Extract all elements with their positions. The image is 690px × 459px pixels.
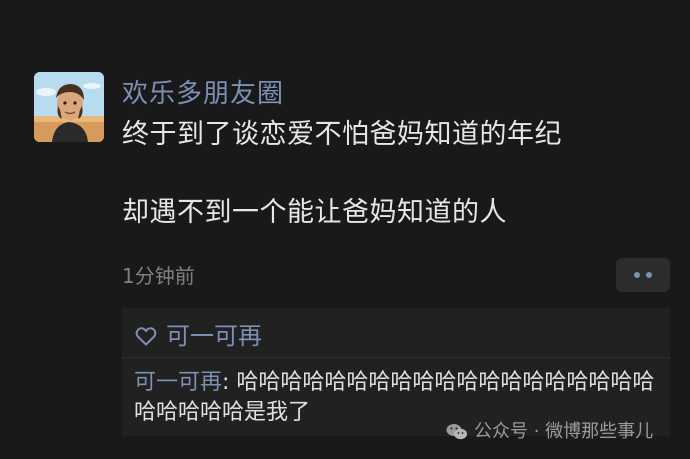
like-user-name[interactable]: 可一可再: [166, 321, 262, 351]
heart-icon: [135, 327, 157, 346]
post-content-line-2: 却遇不到一个能让爸妈知道的人: [122, 197, 507, 228]
post-content: 终于到了谈恋爱不怕爸妈知道的年纪 却遇不到一个能让爸妈知道的人: [122, 118, 662, 230]
more-dots-icon[interactable]: [616, 258, 670, 292]
dot: [634, 272, 640, 278]
comment-author[interactable]: 可一可再: [134, 370, 222, 395]
interaction-panel: 可一可再 可一可再: 哈哈哈哈哈哈哈哈哈哈哈哈哈哈哈哈哈哈哈哈哈哈哈哈是我了: [122, 308, 670, 436]
post-content-line-1: 终于到了谈恋爱不怕爸妈知道的年纪: [122, 119, 562, 150]
watermark-text: 公众号 · 微博那些事儿: [474, 421, 654, 442]
dot: [646, 272, 652, 278]
wechat-icon: [446, 424, 467, 440]
post-time: 1分钟前: [122, 264, 195, 288]
comment-separator: :: [222, 370, 237, 395]
likes-row: 可一可再: [134, 318, 262, 354]
moments-post: 欢乐多朋友圈 终于到了谈恋爱不怕爸妈知道的年纪 却遇不到一个能让爸妈知道的人 1…: [0, 0, 690, 459]
watermark: 公众号 · 微博那些事儿: [446, 420, 653, 444]
comment[interactable]: 可一可再: 哈哈哈哈哈哈哈哈哈哈哈哈哈哈哈哈哈哈哈哈哈哈哈哈是我了: [134, 368, 664, 428]
post-content-gap: [122, 152, 662, 196]
divider: [122, 357, 670, 358]
avatar-image: [34, 72, 104, 142]
username[interactable]: 欢乐多朋友圈: [122, 78, 284, 110]
avatar[interactable]: [34, 72, 104, 142]
